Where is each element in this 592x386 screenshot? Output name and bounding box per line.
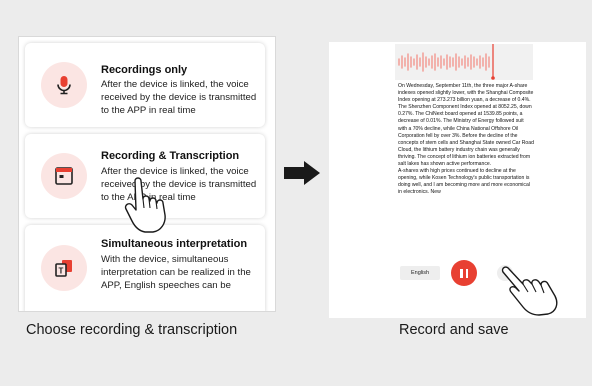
recording-screen: On Wednesday, September 11th, the three … [329,42,586,318]
arrow-right-icon [284,161,320,185]
microphone-icon [41,62,87,108]
mode-description: With the device, simultaneous interpreta… [101,254,251,291]
left-caption: Choose recording & transcription [26,322,238,338]
transcription-window-icon [41,153,87,199]
mode-title: Recording & Transcription [101,150,240,162]
mode-title: Recordings only [101,64,188,76]
pointing-hand-icon [124,177,166,233]
waveform-display [395,44,533,80]
pause-icon [460,268,463,278]
mode-card-recordings-only[interactable]: Recordings only After the device is link… [25,43,265,127]
transcript-paragraph: On Wednesday, September 11th, the three … [398,83,534,168]
right-caption: Record and save [399,322,509,338]
svg-text:T: T [59,267,64,276]
language-button[interactable]: English [400,266,440,280]
mode-selection-screen: Recordings only After the device is link… [18,36,276,312]
mode-title: Simultaneous interpretation [101,238,248,250]
pause-icon [465,268,468,278]
mode-description: After the device is linked, the voice re… [101,79,257,116]
transcript-text: On Wednesday, September 11th, the three … [398,83,534,197]
waveform-icon [398,44,495,80]
mode-card-simultaneous-interpretation[interactable]: T Simultaneous interpretation With the d… [25,225,265,311]
pause-button[interactable] [451,260,477,286]
pointing-hand-icon [501,266,558,316]
transcript-paragraph: A-shares with high prices continued to d… [398,168,530,196]
translation-icon: T [41,245,87,291]
